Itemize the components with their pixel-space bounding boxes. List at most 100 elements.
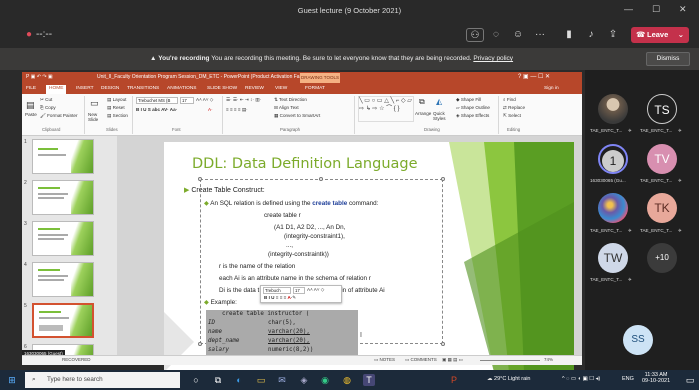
new-slide-icon[interactable]: ▭ [90, 98, 99, 109]
select-button[interactable]: ⇱ Select [503, 113, 521, 119]
cut-button[interactable]: ✂ Cut [40, 97, 52, 103]
close-icon[interactable]: ✕ [679, 4, 687, 15]
slide-thumbnail[interactable] [32, 262, 94, 297]
share-tray-icon[interactable]: ⇪ [606, 28, 620, 42]
pin-icon[interactable]: ✈ [628, 277, 632, 283]
pin-icon[interactable]: ✈ [678, 178, 682, 184]
shape-outline-button[interactable]: ▱ Shape Outline [456, 105, 490, 111]
sign-in-link[interactable]: Sign in [544, 86, 559, 91]
chevron-down-icon[interactable]: ⌄ [678, 27, 684, 43]
participant-avatar-photo[interactable] [598, 193, 628, 223]
participants-icon[interactable]: ⚇ [466, 28, 484, 42]
font-size-select[interactable]: 17 [180, 97, 194, 104]
shapes-gallery[interactable]: ╲ ▭ ○ ▭ △ ╲ ⌐ ◇ ▱ ⇨ ↳ ⇨ ☆ ⌒ { } [358, 96, 414, 122]
shape-effects-button[interactable]: ◈ Shape Effects [456, 113, 489, 119]
minimize-icon[interactable]: — [624, 4, 633, 14]
participant-avatar-photo[interactable] [598, 94, 628, 124]
sql-code-block-highlight[interactable]: create table instructor ( ID char(5), na… [206, 310, 358, 360]
font-color-icon[interactable]: A· [208, 107, 213, 112]
section-button[interactable]: ▤ Section [107, 113, 128, 119]
participant-avatar[interactable]: TW [598, 243, 628, 273]
participant-avatar[interactable]: TV [647, 144, 677, 174]
find-button[interactable]: ⌕ Find [503, 97, 516, 102]
pin-icon[interactable]: ✈ [678, 128, 682, 134]
zoom-level[interactable]: 74% [544, 357, 553, 362]
slide-thumbnail[interactable] [32, 139, 94, 174]
more-participants-button[interactable]: +10 [647, 243, 677, 273]
slide-thumbnail-selected[interactable] [32, 303, 94, 338]
new-slide-button[interactable]: New Slide [88, 112, 106, 122]
participant-avatar[interactable]: TS [647, 94, 677, 124]
qat-icons[interactable]: P ▣ ↶ ↷ ▣ [26, 74, 53, 80]
floating-format-toolbar[interactable]: Trebuch 17 A˄ A˅ ◇ B I U ≡ ≡ ≡ A·✎ [260, 285, 342, 303]
powerpoint-icon[interactable]: P [448, 374, 460, 386]
text-direction-button[interactable]: ⇅ Text Direction [274, 97, 307, 103]
tab-review[interactable]: REVIEW [245, 86, 264, 91]
input-language[interactable]: ENG [622, 376, 634, 382]
leave-button[interactable]: ☎ Leave ⌄ [631, 27, 689, 43]
slide-thumbnail[interactable] [32, 221, 94, 256]
tab-file[interactable]: FILE [26, 86, 36, 91]
tray-icons[interactable]: ^ ◌ ▭ ◖ ▣ ☐ ◂) [562, 376, 600, 382]
quick-styles-icon[interactable]: ◭ [436, 97, 442, 106]
notes-button[interactable]: ▭ NOTES [374, 357, 395, 363]
participant-avatar[interactable]: TK [647, 193, 677, 223]
shape-fill-button[interactable]: ◆ Shape Fill [456, 97, 481, 103]
whatsapp-icon[interactable]: ◉ [319, 374, 331, 386]
bullets-icons[interactable]: ☰· ☰· ⇤ ⇥ ↕· ▥· [226, 97, 261, 103]
arrange-icon[interactable]: ⧉ [419, 97, 425, 107]
mini-size-select[interactable]: 17 [293, 287, 305, 294]
tab-view[interactable]: VIEW [275, 86, 287, 91]
mic-off-icon[interactable]: ♪ [584, 28, 598, 42]
align-icons[interactable]: ≡ ≡ ≡ ≡ ▤· [226, 107, 248, 113]
chrome-icon[interactable]: ◍ [341, 374, 353, 386]
cortana-icon[interactable]: ○ [190, 374, 202, 386]
resize-handle[interactable] [198, 177, 202, 181]
format-painter-button[interactable]: 🖌 Format Painter [40, 113, 78, 119]
arrange-button[interactable]: Arrange [415, 111, 431, 116]
pin-icon[interactable]: ✈ [628, 228, 632, 234]
chat-icon[interactable]: ◌ [489, 28, 503, 42]
paste-icon[interactable]: ▤ [26, 100, 35, 111]
tab-insert[interactable]: INSERT [76, 86, 94, 91]
tab-slideshow[interactable]: SLIDE SHOW [207, 86, 237, 91]
tab-format[interactable]: FORMAT [305, 86, 325, 91]
self-avatar[interactable]: SS [623, 325, 653, 355]
layout-button[interactable]: ▤ Layout [107, 97, 126, 103]
clock[interactable]: 11:33 AM 09-10-2021 [642, 372, 670, 384]
resize-handle[interactable] [319, 177, 323, 181]
edge-icon[interactable]: ◐ [233, 374, 245, 386]
reset-button[interactable]: ▤ Reset [107, 105, 125, 111]
resize-handle[interactable] [441, 177, 445, 181]
task-view-icon[interactable]: ⧉ [212, 374, 224, 386]
copy-button[interactable]: ⎘ Copy [40, 105, 56, 110]
mini-font-select[interactable]: Trebuch [263, 287, 291, 294]
zoom-slider[interactable] [480, 360, 540, 361]
tab-home[interactable]: HOME [46, 85, 67, 94]
camera-off-icon[interactable]: ▮ [562, 28, 576, 42]
tab-animations[interactable]: ANIMATIONS [167, 86, 197, 91]
comments-button[interactable]: ▭ COMMENTS [405, 357, 437, 363]
font-size-grow-icon[interactable]: A˄ A˅ ◇ [196, 97, 213, 103]
convert-smartart-button[interactable]: ▦ Convert to SmartArt [274, 113, 320, 119]
slide-title[interactable]: DDL: Data Definition Language [192, 156, 418, 172]
mail-icon[interactable]: ✉ [276, 374, 288, 386]
pin-icon[interactable]: ✈ [678, 228, 682, 234]
ppt-window-controls[interactable]: ? ▣ — ☐ ✕ [518, 73, 550, 80]
notifications-icon[interactable]: ▭ [684, 374, 696, 386]
tab-design[interactable]: DESIGN [101, 86, 119, 91]
maximize-icon[interactable]: ☐ [652, 4, 660, 15]
privacy-policy-link[interactable]: Privacy policy [473, 55, 513, 62]
dismiss-button[interactable]: Dismiss [646, 52, 690, 66]
mini-style-icons[interactable]: B I U ≡ ≡ ≡ A·✎ [264, 295, 296, 301]
slide-thumbnail[interactable] [32, 180, 94, 215]
font-name-select[interactable]: Trebuchet MS (B [136, 97, 178, 104]
mini-grow-icons[interactable]: A˄ A˅ ◇ [307, 287, 324, 293]
font-style-buttons[interactable]: B I U S abc AV· Aa· [136, 107, 177, 112]
file-explorer-icon[interactable]: ▭ [255, 374, 267, 386]
align-text-button[interactable]: ⊟ Align Text [274, 105, 299, 111]
windows-start-icon[interactable]: ⊞ [6, 374, 18, 386]
dropbox-icon[interactable]: ◈ [298, 374, 310, 386]
teams-icon[interactable]: T [363, 374, 375, 386]
resize-handle[interactable] [441, 342, 445, 346]
